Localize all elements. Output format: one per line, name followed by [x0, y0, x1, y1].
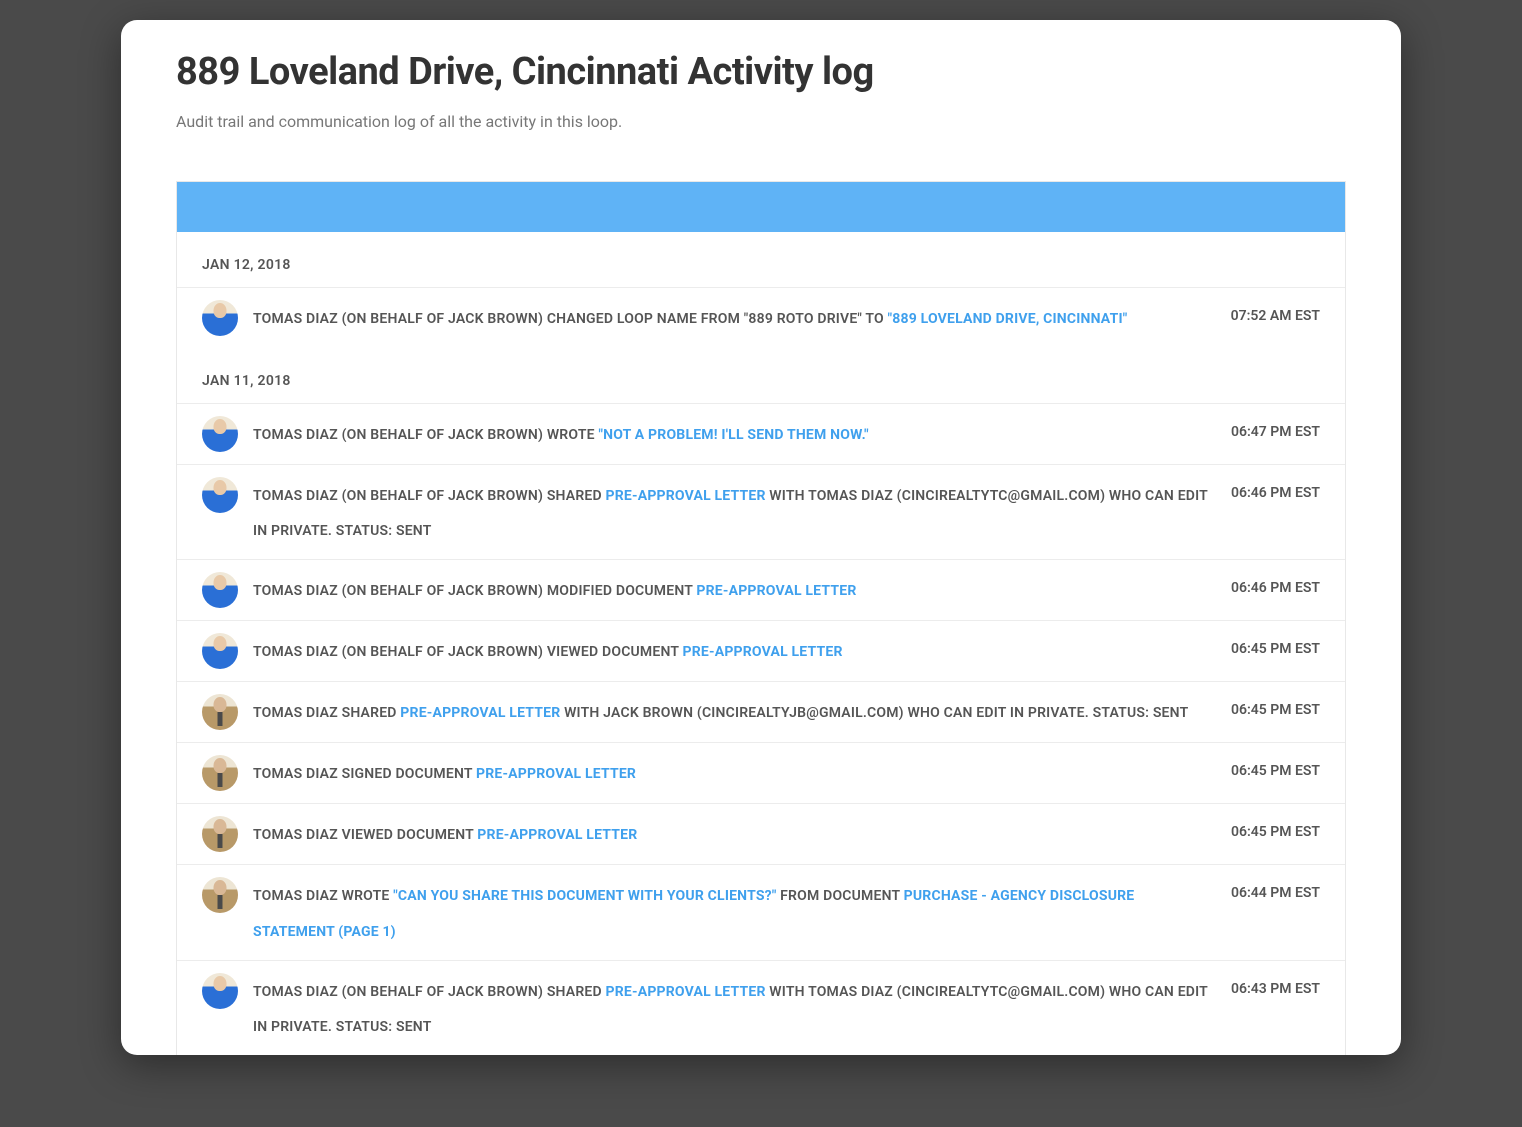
entry-timestamp: 06:43 PM EST	[1231, 973, 1320, 997]
entry-text-segment: TOMAS DIAZ (ON BEHALF OF JACK BROWN) SHA…	[253, 488, 606, 504]
page-title: 889 Loveland Drive, Cincinnati Activity …	[176, 50, 1346, 94]
entry-content: TOMAS DIAZ SIGNED DOCUMENT PRE-APPROVAL …	[253, 755, 1231, 790]
entry-link[interactable]: PRE-APPROVAL LETTER	[476, 766, 636, 782]
avatar	[202, 633, 238, 669]
date-header: JAN 11, 2018	[177, 348, 1345, 403]
log-entry: TOMAS DIAZ SHARED PRE-APPROVAL LETTER WI…	[177, 681, 1345, 742]
entry-text-segment: TOMAS DIAZ (ON BEHALF OF JACK BROWN) MOD…	[253, 583, 696, 599]
entry-link[interactable]: PRE-APPROVAL LETTER	[683, 644, 843, 660]
entry-text-segment: WITH JACK BROWN (CINCIREALTYJB@GMAIL.COM…	[560, 705, 1188, 721]
avatar	[202, 877, 238, 913]
entry-link[interactable]: "NOT A PROBLEM! I'LL SEND THEM NOW."	[598, 427, 868, 443]
entry-content: TOMAS DIAZ (ON BEHALF OF JACK BROWN) CHA…	[253, 300, 1231, 335]
entry-link[interactable]: PRE-APPROVAL LETTER	[606, 984, 766, 1000]
activity-log-window: 889 Loveland Drive, Cincinnati Activity …	[121, 20, 1401, 1055]
avatar	[202, 477, 238, 513]
avatar	[202, 694, 238, 730]
log-entry: TOMAS DIAZ SIGNED DOCUMENT PRE-APPROVAL …	[177, 742, 1345, 803]
avatar	[202, 755, 238, 791]
log-entry: TOMAS DIAZ WROTE "CAN YOU SHARE THIS DOC…	[177, 864, 1345, 959]
entry-text: TOMAS DIAZ (ON BEHALF OF JACK BROWN) VIE…	[253, 644, 843, 660]
entry-text: TOMAS DIAZ (ON BEHALF OF JACK BROWN) CHA…	[253, 311, 1127, 327]
entry-timestamp: 06:46 PM EST	[1231, 572, 1320, 596]
entry-content: TOMAS DIAZ (ON BEHALF OF JACK BROWN) VIE…	[253, 633, 1231, 668]
entry-text-segment: FROM DOCUMENT	[776, 888, 903, 904]
entry-timestamp: 06:45 PM EST	[1231, 816, 1320, 840]
entry-text-segment: TOMAS DIAZ (ON BEHALF OF JACK BROWN) CHA…	[253, 311, 888, 327]
entry-text: TOMAS DIAZ SHARED PRE-APPROVAL LETTER WI…	[253, 705, 1188, 721]
entry-content: TOMAS DIAZ SHARED PRE-APPROVAL LETTER WI…	[253, 694, 1231, 729]
entry-timestamp: 06:47 PM EST	[1231, 416, 1320, 440]
entry-content: TOMAS DIAZ VIEWED DOCUMENT PRE-APPROVAL …	[253, 816, 1231, 851]
entry-link[interactable]: PRE-APPROVAL LETTER	[400, 705, 560, 721]
page-subtitle: Audit trail and communication log of all…	[176, 112, 1346, 131]
entry-text: TOMAS DIAZ (ON BEHALF OF JACK BROWN) SHA…	[253, 488, 1208, 539]
entry-text-segment: TOMAS DIAZ WROTE	[253, 888, 393, 904]
entry-link[interactable]: "889 LOVELAND DRIVE, CINCINNATI"	[888, 311, 1128, 327]
entry-text-segment: TOMAS DIAZ VIEWED DOCUMENT	[253, 827, 477, 843]
avatar	[202, 973, 238, 1009]
date-header: JAN 12, 2018	[177, 232, 1345, 287]
log-entry: TOMAS DIAZ VIEWED DOCUMENT PRE-APPROVAL …	[177, 803, 1345, 864]
activity-log-container: JAN 12, 2018 TOMAS DIAZ (ON BEHALF OF JAC…	[176, 181, 1346, 1055]
entry-content: TOMAS DIAZ (ON BEHALF OF JACK BROWN) MOD…	[253, 572, 1231, 607]
log-entry: TOMAS DIAZ (ON BEHALF OF JACK BROWN) VIE…	[177, 620, 1345, 681]
log-entry: TOMAS DIAZ (ON BEHALF OF JACK BROWN) WRO…	[177, 403, 1345, 464]
page-header: 889 Loveland Drive, Cincinnati Activity …	[121, 50, 1401, 161]
entry-link[interactable]: "CAN YOU SHARE THIS DOCUMENT WITH YOUR C…	[393, 888, 776, 904]
entry-text: TOMAS DIAZ WROTE "CAN YOU SHARE THIS DOC…	[253, 888, 1134, 939]
entry-timestamp: 07:52 AM EST	[1231, 300, 1320, 324]
entry-timestamp: 06:44 PM EST	[1231, 877, 1320, 901]
log-header-bar	[177, 182, 1345, 232]
entry-content: TOMAS DIAZ (ON BEHALF OF JACK BROWN) WRO…	[253, 416, 1231, 451]
entry-content: TOMAS DIAZ (ON BEHALF OF JACK BROWN) SHA…	[253, 973, 1231, 1043]
avatar	[202, 416, 238, 452]
entry-text: TOMAS DIAZ VIEWED DOCUMENT PRE-APPROVAL …	[253, 827, 637, 843]
entry-text-segment: TOMAS DIAZ (ON BEHALF OF JACK BROWN) WRO…	[253, 427, 598, 443]
entry-content: TOMAS DIAZ WROTE "CAN YOU SHARE THIS DOC…	[253, 877, 1231, 947]
log-entry: TOMAS DIAZ (ON BEHALF OF JACK BROWN) SHA…	[177, 464, 1345, 559]
entry-timestamp: 06:45 PM EST	[1231, 633, 1320, 657]
avatar	[202, 816, 238, 852]
entry-text-segment: TOMAS DIAZ (ON BEHALF OF JACK BROWN) VIE…	[253, 644, 683, 660]
entry-timestamp: 06:45 PM EST	[1231, 755, 1320, 779]
avatar	[202, 572, 238, 608]
log-entry: TOMAS DIAZ (ON BEHALF OF JACK BROWN) SHA…	[177, 960, 1345, 1055]
entry-timestamp: 06:45 PM EST	[1231, 694, 1320, 718]
log-entry: TOMAS DIAZ (ON BEHALF OF JACK BROWN) MOD…	[177, 559, 1345, 620]
entry-text-segment: TOMAS DIAZ SHARED	[253, 705, 400, 721]
log-entry: TOMAS DIAZ (ON BEHALF OF JACK BROWN) CHA…	[177, 287, 1345, 348]
entry-text: TOMAS DIAZ (ON BEHALF OF JACK BROWN) WRO…	[253, 427, 869, 443]
entry-link[interactable]: PRE-APPROVAL LETTER	[696, 583, 856, 599]
entry-text: TOMAS DIAZ (ON BEHALF OF JACK BROWN) SHA…	[253, 984, 1208, 1035]
entry-content: TOMAS DIAZ (ON BEHALF OF JACK BROWN) SHA…	[253, 477, 1231, 547]
avatar	[202, 300, 238, 336]
entry-timestamp: 06:46 PM EST	[1231, 477, 1320, 501]
entry-text: TOMAS DIAZ SIGNED DOCUMENT PRE-APPROVAL …	[253, 766, 636, 782]
entry-text-segment: TOMAS DIAZ SIGNED DOCUMENT	[253, 766, 476, 782]
entry-link[interactable]: PRE-APPROVAL LETTER	[606, 488, 766, 504]
log-body: JAN 12, 2018 TOMAS DIAZ (ON BEHALF OF JAC…	[177, 232, 1345, 1055]
entry-link[interactable]: PRE-APPROVAL LETTER	[477, 827, 637, 843]
entry-text: TOMAS DIAZ (ON BEHALF OF JACK BROWN) MOD…	[253, 583, 857, 599]
entry-text-segment: TOMAS DIAZ (ON BEHALF OF JACK BROWN) SHA…	[253, 984, 606, 1000]
